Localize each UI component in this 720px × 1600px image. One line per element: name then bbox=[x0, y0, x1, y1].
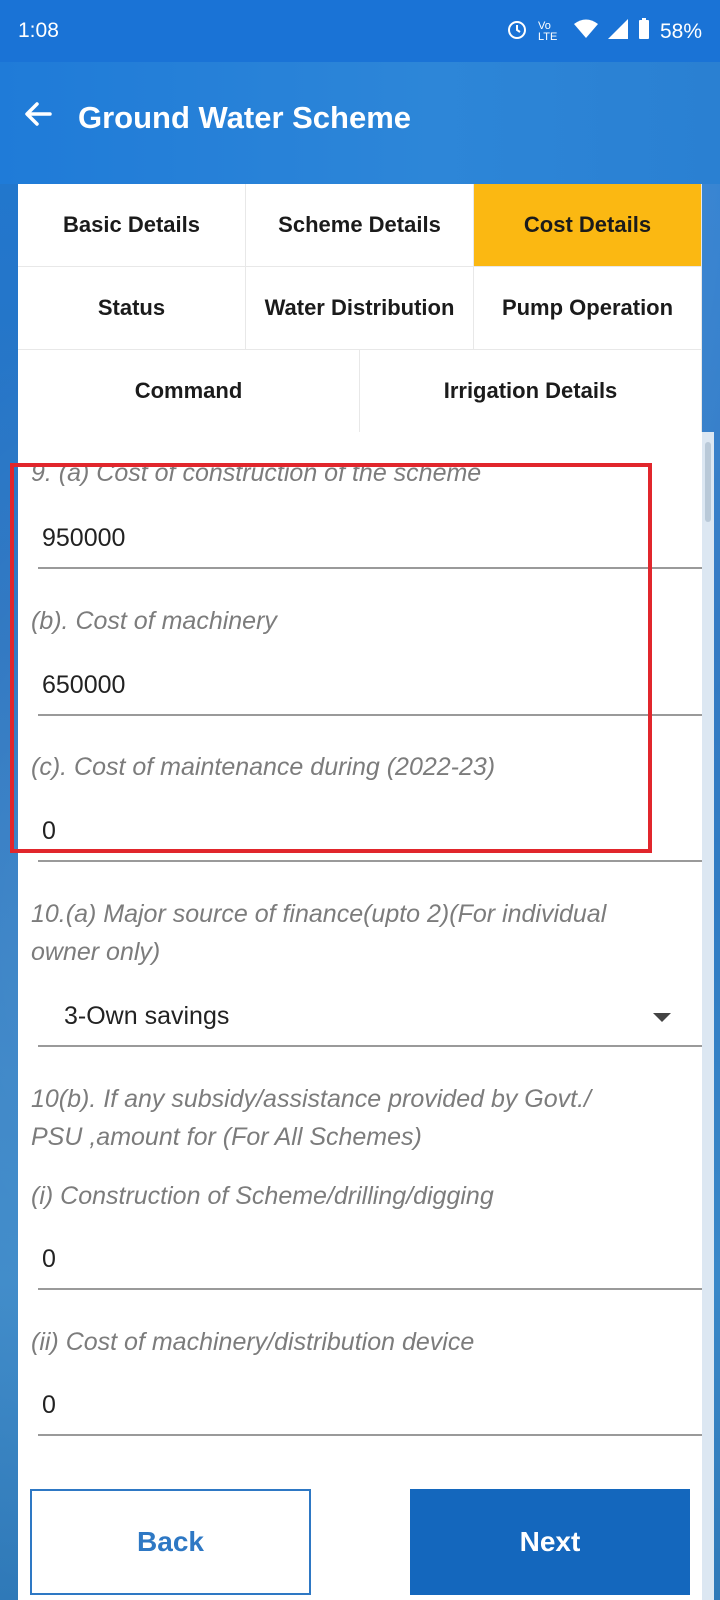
subsidy-construction-input[interactable]: 0 bbox=[38, 1228, 702, 1290]
q9a-label: 9. (a) Cost of construction of the schem… bbox=[31, 459, 482, 487]
q9c-label: (c). Cost of maintenance during (2022-23… bbox=[31, 753, 496, 781]
status-bar: 1:08 Vo LTE 58% bbox=[0, 0, 720, 62]
construction-cost-input[interactable]: 950000 bbox=[38, 507, 702, 569]
tab-scheme-details[interactable]: Scheme Details bbox=[246, 184, 474, 267]
tab-row-1: Basic Details Scheme Details Cost Detail… bbox=[18, 184, 702, 267]
tab-bar: Basic Details Scheme Details Cost Detail… bbox=[18, 184, 702, 433]
battery-level: 58% bbox=[659, 20, 702, 43]
app-bar: Ground Water Scheme bbox=[0, 62, 720, 184]
tab-command[interactable]: Command bbox=[18, 350, 360, 433]
machinery-cost-input[interactable]: 650000 bbox=[38, 654, 702, 716]
form-content: 9. (a) Cost of construction of the schem… bbox=[18, 432, 702, 1600]
wifi-icon bbox=[573, 19, 598, 45]
back-button[interactable]: Back bbox=[30, 1489, 311, 1595]
tab-row-3: Command Irrigation Details bbox=[18, 350, 702, 433]
tab-irrigation-details[interactable]: Irrigation Details bbox=[360, 350, 702, 433]
subsidy-machinery-input[interactable]: 0 bbox=[38, 1374, 702, 1436]
page-title: Ground Water Scheme bbox=[78, 100, 412, 135]
tab-status[interactable]: Status bbox=[18, 267, 246, 350]
tab-water-distribution[interactable]: Water Distribution bbox=[246, 267, 474, 350]
q10b-label-line2: PSU ,amount for (For All Schemes) bbox=[31, 1123, 422, 1151]
scrollbar[interactable] bbox=[702, 432, 714, 1600]
tab-pump-operation[interactable]: Pump Operation bbox=[474, 267, 702, 350]
arrow-left-icon[interactable] bbox=[22, 98, 54, 130]
finance-source-value: 3-Own savings bbox=[64, 1002, 230, 1030]
q10a-label-line1: 10.(a) Major source of finance(upto 2)(F… bbox=[31, 900, 607, 928]
tab-row-2: Status Water Distribution Pump Operation bbox=[18, 267, 702, 350]
battery-icon bbox=[638, 18, 650, 46]
dropdown-arrow-icon bbox=[653, 1013, 671, 1022]
status-icons: Vo LTE 58% bbox=[506, 18, 702, 46]
finance-source-select[interactable]: 3-Own savings bbox=[38, 985, 702, 1047]
maintenance-cost-input[interactable]: 0 bbox=[38, 800, 702, 862]
tab-basic-details[interactable]: Basic Details bbox=[18, 184, 246, 267]
q10b-label-line1: 10(b). If any subsidy/assistance provide… bbox=[31, 1085, 591, 1113]
next-button[interactable]: Next bbox=[410, 1489, 690, 1595]
signal-icon bbox=[607, 19, 628, 45]
scrollbar-thumb[interactable] bbox=[705, 442, 711, 522]
alarm-icon bbox=[506, 18, 528, 46]
status-time: 1:08 bbox=[18, 19, 59, 42]
tab-cost-details[interactable]: Cost Details bbox=[474, 184, 702, 267]
q10b-ii-label: (ii) Cost of machinery/distribution devi… bbox=[31, 1328, 475, 1356]
q10b-i-label: (i) Construction of Scheme/drilling/digg… bbox=[31, 1182, 494, 1210]
q9b-label: (b). Cost of machinery bbox=[31, 607, 277, 635]
network-label: Vo LTE bbox=[537, 20, 558, 43]
q10a-label-line2: owner only) bbox=[31, 938, 161, 966]
